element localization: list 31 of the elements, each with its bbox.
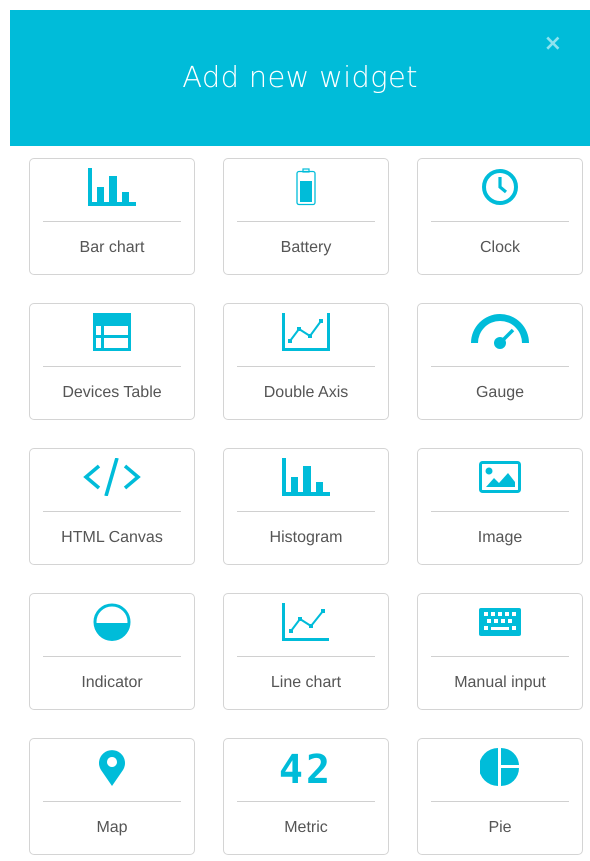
widget-option[interactable]: Clock <box>417 158 583 275</box>
gauge-icon <box>469 313 531 351</box>
number-icon: 42 <box>278 744 334 790</box>
widget-option[interactable]: Indicator <box>29 593 195 710</box>
widget-option[interactable]: Image <box>417 448 583 565</box>
widget-option[interactable]: Histogram <box>223 448 389 565</box>
widget-option[interactable]: Pie <box>417 738 583 855</box>
widget-option[interactable]: 42 Metric <box>223 738 389 855</box>
image-icon <box>479 461 521 493</box>
line-chart-icon <box>282 603 330 641</box>
widget-option[interactable]: Line chart <box>223 593 389 710</box>
widget-option[interactable]: Devices Table <box>29 303 195 420</box>
widget-option[interactable]: Gauge <box>417 303 583 420</box>
half-circle-icon <box>93 603 131 641</box>
dialog-title: Add new widget <box>182 60 418 94</box>
widget-option[interactable]: Bar chart <box>29 158 195 275</box>
clock-icon <box>481 168 519 206</box>
widget-option[interactable]: Manual input <box>417 593 583 710</box>
battery-icon <box>296 168 316 206</box>
widget-option[interactable]: Map <box>29 738 195 855</box>
line-chart-icon <box>282 313 330 351</box>
table-icon <box>93 313 131 351</box>
bar-chart-icon <box>88 168 136 206</box>
keyboard-icon <box>479 608 521 636</box>
map-pin-icon <box>98 748 126 786</box>
widget-option[interactable]: Battery <box>223 158 389 275</box>
widget-option[interactable]: HTML Canvas <box>29 448 195 565</box>
widget-option[interactable]: Double Axis <box>223 303 389 420</box>
bar-chart-icon <box>282 458 330 496</box>
code-icon <box>83 458 141 496</box>
pie-chart-icon <box>480 748 520 786</box>
